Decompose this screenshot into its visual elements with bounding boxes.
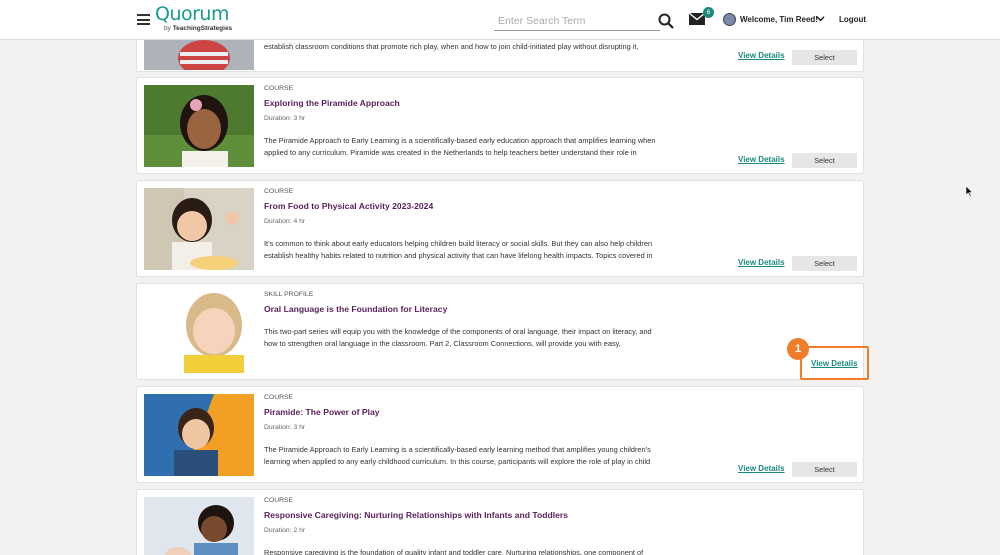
course-description: Responsive caregiving is the foundation … [264,548,644,555]
course-description: The Piramide Approach to Early Learning … [264,445,651,466]
select-button[interactable]: Select [792,153,857,168]
course-thumbnail [144,497,254,555]
skill-profile-card: SKILL PROFILE Oral Language is the Found… [136,283,864,380]
course-title[interactable]: Piramide: The Power of Play [264,407,380,417]
course-card: COURSE From Food to Physical Activity 20… [136,180,864,277]
course-duration: Duration: 4 hr [264,218,306,225]
course-thumbnail [144,85,254,167]
logo-wordmark: Quorum [155,3,229,25]
course-card: COURSE Exploring the Piramide Approach D… [136,77,864,174]
view-details-link[interactable]: View Details [738,258,785,267]
course-thumbnail [144,291,254,373]
course-description: It’s common to think about early educato… [264,239,653,260]
course-description: establish classroom conditions that prom… [264,42,639,51]
course-type: SKILL PROFILE [264,291,314,298]
course-type: COURSE [264,394,294,401]
course-title[interactable]: Exploring the Piramide Approach [264,98,400,108]
mouse-cursor-icon [966,186,973,197]
course-card: COURSE Piramide: The Power of Play Durat… [136,386,864,483]
logout-link[interactable]: Logout [839,15,866,24]
course-description: The Piramide Approach to Early Learning … [264,136,656,157]
chevron-down-icon[interactable] [816,14,825,23]
course-duration: Duration: 3 hr [264,115,306,122]
select-button[interactable]: Select [792,462,857,477]
view-details-link[interactable]: View Details [738,155,785,164]
select-button[interactable]: Select [792,256,857,271]
view-details-link[interactable]: View Details [738,51,785,60]
course-type: COURSE [264,188,294,195]
course-title[interactable]: From Food to Physical Activity 2023-2024 [264,201,433,211]
top-header: Quorum by TeachingStrategies 6 Welcome, … [0,0,1000,40]
mail-count-badge: 6 [703,7,714,18]
menu-icon[interactable] [137,14,150,25]
course-description: This two-part series will equip you with… [264,327,652,348]
view-details-link[interactable]: View Details [738,464,785,473]
welcome-text[interactable]: Welcome, Tim Reed! [740,15,818,24]
course-type: COURSE [264,497,294,504]
avatar[interactable] [723,13,736,26]
course-type: COURSE [264,85,294,92]
logo-tagline: by TeachingStrategies [164,25,233,32]
quorum-logo[interactable]: Quorum by TeachingStrategies [155,4,232,32]
course-duration: Duration: 3 hr [264,424,306,431]
course-duration: Duration: 2 hr [264,527,306,534]
step-number-badge: 1 [787,338,809,360]
course-thumbnail [144,394,254,476]
course-title[interactable]: Oral Language is the Foundation for Lite… [264,304,447,314]
select-button[interactable]: Select [792,50,857,65]
course-thumbnail [144,188,254,270]
course-title[interactable]: Responsive Caregiving: Nurturing Relatio… [264,510,568,520]
view-details-link-highlighted[interactable]: View Details [811,359,858,368]
search-input[interactable] [494,11,660,31]
search-icon[interactable] [658,13,674,29]
course-card: COURSE Responsive Caregiving: Nurturing … [136,489,864,555]
